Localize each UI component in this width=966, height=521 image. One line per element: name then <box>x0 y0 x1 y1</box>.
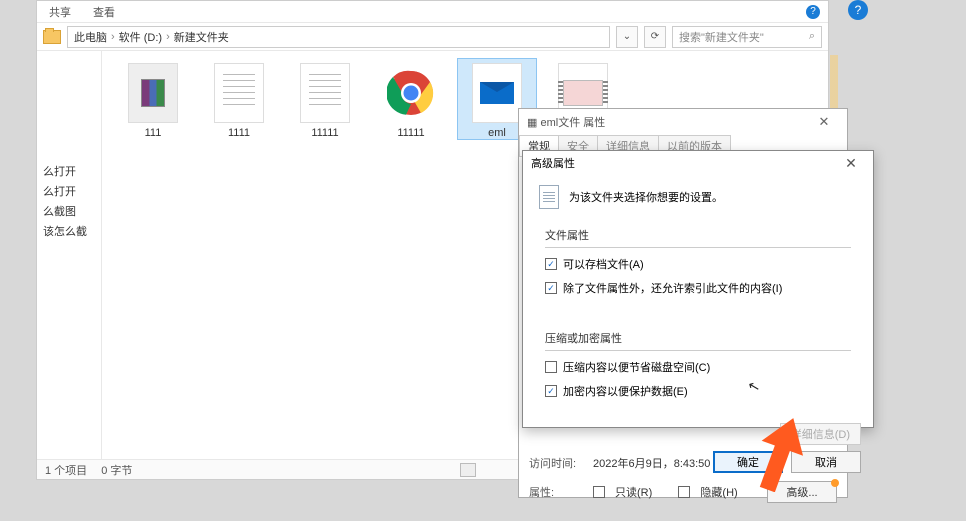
compress-label: 压缩内容以便节省磁盘空间(C) <box>563 359 710 375</box>
crumb-pc[interactable]: 此电脑 <box>74 29 107 45</box>
group-title: 压缩或加密属性 <box>545 330 851 346</box>
help-icon[interactable]: ? <box>806 5 820 19</box>
chevron-right-icon: › <box>111 31 115 43</box>
ok-button[interactable]: 确定 <box>713 451 783 473</box>
search-icon: ⌕ <box>809 30 815 43</box>
document-icon <box>300 63 350 123</box>
encrypt-checkbox[interactable]: ✓ <box>545 385 557 397</box>
cancel-button[interactable]: 取消 <box>791 451 861 473</box>
index-checkbox[interactable]: ✓ <box>545 282 557 294</box>
address-dropdown[interactable]: ⌄ <box>616 26 638 48</box>
crumb-folder[interactable]: 新建文件夹 <box>174 29 229 45</box>
sidebar-item[interactable]: 该怎么截 <box>37 221 101 241</box>
file-label: 111 <box>114 127 192 139</box>
encrypt-label: 加密内容以便保护数据(E) <box>563 383 688 399</box>
file-label: 11111 <box>286 127 364 139</box>
file-item[interactable]: 11111 <box>372 59 450 139</box>
close-button[interactable]: ✕ <box>809 114 839 130</box>
hidden-checkbox[interactable] <box>678 486 690 498</box>
view-details-button[interactable] <box>460 463 476 477</box>
status-size: 0 字节 <box>101 462 132 478</box>
dialog-title: eml文件 属性 <box>540 114 605 130</box>
file-attributes-group: 文件属性 ✓ 可以存档文件(A) ✓ 除了文件属性外，还允许索引此文件的内容(I… <box>535 219 861 314</box>
menubar: 共享 查看 ? <box>37 1 828 23</box>
dialog-title: 高级属性 <box>531 155 575 171</box>
file-item[interactable]: 11111 <box>286 59 364 139</box>
group-title: 文件属性 <box>545 227 851 243</box>
file-label: 11111 <box>372 127 450 139</box>
file-item[interactable]: 111 <box>114 59 192 139</box>
advanced-button[interactable]: 高级... <box>767 481 837 503</box>
archive-checkbox[interactable]: ✓ <box>545 258 557 270</box>
advanced-attributes-dialog: 高级属性 ✕ 为该文件夹选择你想要的设置。 文件属性 ✓ 可以存档文件(A) ✓… <box>522 150 874 428</box>
hidden-label: 隐藏(H) <box>700 484 737 500</box>
crumb-drive[interactable]: 软件 (D:) <box>119 29 162 45</box>
compress-checkbox[interactable] <box>545 361 557 373</box>
readonly-checkbox[interactable] <box>593 486 605 498</box>
file-item[interactable]: 1111 <box>200 59 278 139</box>
chrome-icon <box>386 63 436 123</box>
search-placeholder: 搜索"新建文件夹" <box>679 29 764 45</box>
sidebar-item[interactable]: 么截图 <box>37 201 101 221</box>
dialog-heading: 为该文件夹选择你想要的设置。 <box>569 189 723 205</box>
refresh-button[interactable]: ⟳ <box>644 26 666 48</box>
status-count: 1 个项目 <box>45 462 87 478</box>
archive-label: 可以存档文件(A) <box>563 256 644 272</box>
compress-encrypt-group: 压缩或加密属性 压缩内容以便节省磁盘空间(C) ✓ 加密内容以便保护数据(E) <box>535 322 861 417</box>
index-label: 除了文件属性外，还允许索引此文件的内容(I) <box>563 280 782 296</box>
close-button[interactable]: ✕ <box>837 155 865 172</box>
sidebar-item[interactable]: 么打开 <box>37 181 101 201</box>
readonly-label: 只读(R) <box>615 484 652 500</box>
blank-icon <box>644 63 694 103</box>
document-icon <box>214 63 264 123</box>
mail-icon <box>472 63 522 123</box>
properties-icon: ▦ <box>527 116 537 129</box>
attributes-label: 属性: <box>529 484 583 500</box>
folder-icon <box>43 30 61 44</box>
chevron-right-icon: › <box>166 31 170 43</box>
breadcrumb[interactable]: 此电脑 › 软件 (D:) › 新建文件夹 <box>67 26 610 48</box>
address-bar: 此电脑 › 软件 (D:) › 新建文件夹 ⌄ ⟳ 搜索"新建文件夹" ⌕ <box>37 23 828 51</box>
sidebar: 么打开 么打开 么截图 该怎么截 <box>37 51 102 459</box>
details-button: 详细信息(D) <box>780 423 861 445</box>
search-input[interactable]: 搜索"新建文件夹" ⌕ <box>672 26 822 48</box>
document-icon <box>539 185 559 209</box>
menu-view[interactable]: 查看 <box>93 4 115 20</box>
rar-icon <box>128 63 178 123</box>
sidebar-item[interactable]: 么打开 <box>37 161 101 181</box>
file-item[interactable] <box>630 59 708 107</box>
help-icon[interactable]: ? <box>848 0 868 20</box>
menu-share[interactable]: 共享 <box>49 4 71 20</box>
file-label: 1111 <box>200 127 278 139</box>
